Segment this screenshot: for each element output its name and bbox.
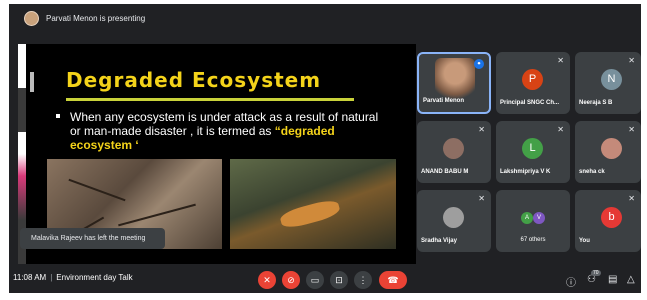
mic-off-icon: ✕: [478, 125, 485, 134]
avatar: L: [522, 138, 543, 159]
info-icon[interactable]: ⓘ: [566, 274, 576, 289]
participant-tile[interactable]: ✕ ANAND BABU M: [417, 121, 491, 183]
avatar: A: [521, 212, 533, 224]
participant-tile[interactable]: ⦁ Parvati Menon: [417, 52, 491, 114]
tiger-image: [230, 159, 396, 249]
mic-off-icon: ✕: [628, 194, 635, 203]
slide-title: Degraded Ecosystem: [66, 68, 322, 92]
participant-tile[interactable]: ✕ sneha ck: [575, 121, 641, 183]
presenting-text: Parvati Menon is presenting: [46, 13, 146, 23]
participant-name: Lakshmipriya V K: [500, 169, 551, 175]
participant-count-badge: 70: [591, 270, 601, 276]
avatar: [601, 138, 622, 159]
avatar: N: [601, 69, 622, 90]
presenter-avatar: [24, 10, 39, 26]
meeting-info: 11:08 AM | Environment day Talk: [13, 273, 133, 282]
others-count: 67 others: [520, 237, 546, 243]
bottom-bar: 11:08 AM | Environment day Talk ✕ ⊘ ▭ ⊡ ⋮ …: [9, 263, 641, 293]
participant-name: You: [579, 238, 590, 244]
bullet-icon: [56, 114, 60, 118]
mic-off-icon: ✕: [478, 194, 485, 203]
avatar: V: [533, 212, 545, 224]
self-tile[interactable]: ✕ b You: [575, 190, 641, 252]
others-tile[interactable]: A V 67 others: [496, 190, 570, 252]
avatar: P: [522, 69, 543, 90]
mic-off-icon: ✕: [628, 56, 635, 65]
participant-tile[interactable]: ✕ L Lakshmipriya V K: [496, 121, 570, 183]
slide-marker: [30, 72, 34, 92]
mic-off-icon: ✕: [557, 56, 564, 65]
chat-icon[interactable]: ▤: [608, 274, 617, 285]
camera-toggle-button[interactable]: ⊘: [282, 271, 300, 289]
participant-name: Neeraja S B: [579, 100, 613, 106]
participant-name: Principal SNGC Ch...: [500, 100, 560, 106]
end-call-button[interactable]: ☎: [379, 271, 407, 289]
meeting-title: Environment day Talk: [56, 273, 133, 282]
captions-button[interactable]: ▭: [306, 271, 324, 289]
left-meeting-toast: Malavika Rajeev has left the meeting: [20, 228, 165, 249]
title-underline: [66, 98, 354, 101]
mic-off-icon: ✕: [557, 125, 564, 134]
participant-tile[interactable]: ✕ P Principal SNGC Ch...: [496, 52, 570, 114]
participant-photo: [435, 58, 475, 102]
separator: |: [50, 273, 53, 282]
mic-toggle-button[interactable]: ✕: [258, 271, 276, 289]
avatar: [443, 207, 464, 228]
participant-name: Parvati Menon: [423, 98, 465, 104]
speaking-icon: ⦁: [474, 59, 484, 69]
participant-name: Sradha Vijay: [421, 238, 457, 244]
participant-name: ANAND BABU M: [421, 169, 469, 175]
present-button[interactable]: ⊡: [330, 271, 348, 289]
clock: 11:08 AM: [13, 273, 47, 282]
presenting-bar: Parvati Menon is presenting: [9, 4, 641, 32]
more-options-button[interactable]: ⋮: [354, 271, 372, 289]
participant-name: sneha ck: [579, 169, 605, 175]
mic-off-icon: ✕: [628, 125, 635, 134]
avatar: [443, 138, 464, 159]
meet-window: Parvati Menon is presenting Degraded Eco…: [9, 4, 641, 293]
tiger-shape: [278, 197, 342, 231]
slide-bullet: When any ecosystem is under attack as a …: [56, 110, 390, 152]
participant-tile[interactable]: ✕ Sradha Vijay: [417, 190, 491, 252]
activities-icon[interactable]: △: [627, 274, 635, 285]
avatar: b: [601, 207, 622, 228]
participant-tile[interactable]: ✕ N Neeraja S B: [575, 52, 641, 114]
